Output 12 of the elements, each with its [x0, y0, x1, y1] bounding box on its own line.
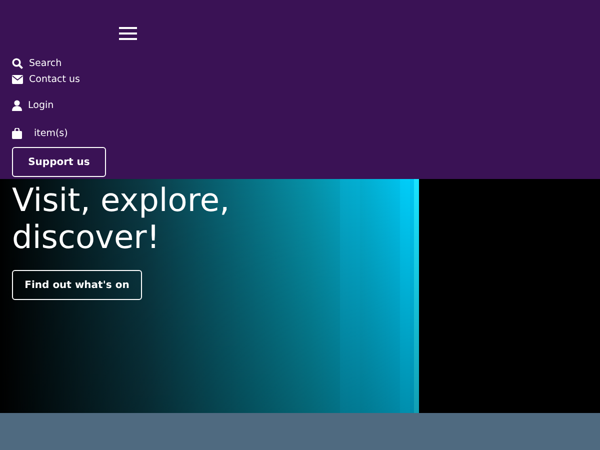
bag-icon — [12, 128, 22, 138]
support-button[interactable]: Support us — [12, 147, 106, 177]
header-link[interactable]: item(s) — [12, 125, 80, 141]
user-icon — [12, 100, 22, 110]
hero-heading: Visit, explore, discover! — [12, 182, 231, 256]
menu-icon[interactable] — [119, 27, 137, 40]
whats-on-button[interactable]: Find out what's on — [12, 270, 142, 300]
header-link[interactable]: Contact us — [12, 71, 80, 87]
search-icon — [12, 58, 23, 68]
envelope-icon — [12, 74, 23, 84]
header-link[interactable]: Search — [12, 55, 80, 71]
header-link[interactable]: Login — [12, 97, 80, 113]
